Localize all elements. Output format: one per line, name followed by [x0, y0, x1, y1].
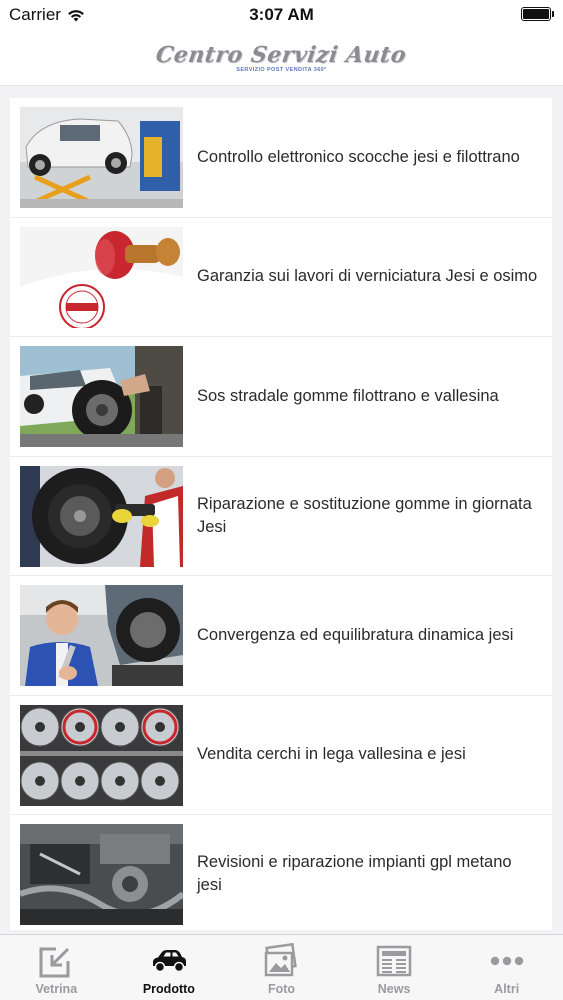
tab-altri[interactable]: Altri	[450, 935, 563, 1000]
newspaper-icon	[374, 942, 414, 980]
guarantee-stamp-image	[20, 226, 183, 328]
list-item[interactable]: Convergenza ed equilibratura dinamica je…	[10, 576, 552, 696]
tab-foto[interactable]: Foto	[225, 935, 338, 1000]
alloy-rims-rack-image	[20, 704, 183, 806]
list-item[interactable]: Revisioni e riparazione impianti gpl met…	[10, 815, 552, 930]
list-item[interactable]: Garanzia sui lavori di verniciatura Jesi…	[10, 218, 552, 337]
logo: Centro Servizi Auto	[154, 42, 409, 68]
more-dots-icon	[487, 942, 527, 980]
list-item-title: Revisioni e riparazione impianti gpl met…	[197, 853, 512, 895]
car-on-lift-image	[20, 107, 183, 208]
tab-label: Altri	[494, 982, 520, 996]
photo-icon	[261, 942, 301, 980]
status-bar: Carrier 3:07 AM	[0, 0, 563, 30]
tab-label: Vetrina	[35, 982, 78, 996]
list-item-title: Convergenza ed equilibratura dinamica je…	[197, 625, 514, 644]
tab-label: Foto	[267, 982, 296, 996]
list-item[interactable]: Vendita cerchi in lega vallesina e jesi	[10, 696, 552, 815]
tab-bar: Vetrina Prodotto Foto News Altri	[0, 934, 563, 1000]
tire-repair-mechanic-image	[20, 465, 183, 567]
tab-vetrina[interactable]: Vetrina	[0, 935, 113, 1000]
engine-bay-image	[20, 824, 183, 925]
tire-change-roadside-image	[20, 346, 183, 447]
status-time: 3:07 AM	[249, 5, 314, 24]
list-item-title: Riparazione e sostituzione gomme in gior…	[197, 494, 532, 536]
list-item[interactable]: Riparazione e sostituzione gomme in gior…	[10, 457, 552, 576]
vetrina-icon	[36, 942, 76, 980]
tab-prodotto[interactable]: Prodotto	[113, 935, 226, 1000]
list-item[interactable]: Sos stradale gomme filottrano e vallesin…	[10, 337, 552, 457]
list-item-title: Vendita cerchi in lega vallesina e jesi	[197, 745, 466, 764]
list-item-title: Controllo elettronico scocche jesi e fil…	[197, 147, 520, 166]
tab-label: Prodotto	[142, 982, 195, 996]
product-list[interactable]: Controllo elettronico scocche jesi e fil…	[10, 98, 552, 930]
tab-news[interactable]: News	[338, 935, 451, 1000]
app-header: Centro Servizi Auto SERVIZIO POST VENDIT…	[0, 30, 563, 86]
list-item[interactable]: Controllo elettronico scocche jesi e fil…	[10, 98, 552, 218]
car-icon	[149, 942, 189, 980]
list-item-title: Sos stradale gomme filottrano e vallesin…	[197, 386, 499, 405]
battery-icon	[521, 7, 554, 21]
mechanic-with-wrench-image	[20, 585, 183, 686]
list-item-title: Garanzia sui lavori di verniciatura Jesi…	[197, 267, 538, 286]
tab-label: News	[377, 982, 411, 996]
